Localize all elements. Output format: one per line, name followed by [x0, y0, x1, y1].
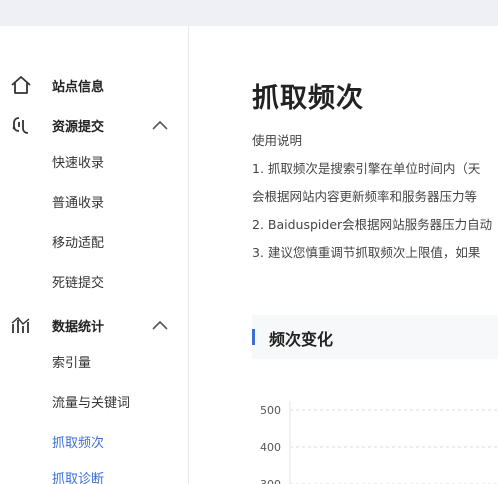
- sidebar: 站点信息 资源提交 快速收录 普通收录 移动适配 死链提交 数据统计 索引量 流…: [0, 26, 189, 484]
- sidebar-item-normal-index[interactable]: 普通收录: [52, 194, 104, 214]
- link-icon: [10, 114, 32, 136]
- sidebar-item-crawl-diagnosis[interactable]: 抓取诊断: [52, 470, 104, 484]
- section-title: 频次变化: [269, 330, 334, 349]
- chart-icon: [10, 314, 32, 336]
- sidebar-item-crawl-frequency[interactable]: 抓取频次: [52, 434, 104, 454]
- chart-svg: 500 400 300: [260, 401, 498, 484]
- sidebar-group-site-info[interactable]: 站点信息: [0, 74, 188, 98]
- y-tick-label: 300: [260, 478, 281, 484]
- frequency-chart: 500 400 300: [252, 391, 498, 484]
- sidebar-group-data-stats[interactable]: 数据统计: [0, 314, 188, 338]
- usage-title: 使用说明: [252, 133, 303, 148]
- sidebar-item-mobile-adapt[interactable]: 移动适配: [52, 234, 104, 254]
- sidebar-group-resource-submit[interactable]: 资源提交: [0, 114, 188, 138]
- y-tick-label: 500: [260, 404, 281, 417]
- usage-line: 3. 建议您慎重调节抓取频次上限值，如果: [252, 245, 481, 260]
- main-content: 抓取频次 使用说明 1. 抓取频次是搜索引擎在单位时间内（天 会根据网站内容更新…: [189, 26, 498, 484]
- section-accent: [252, 329, 255, 345]
- sidebar-item-quick-index[interactable]: 快速收录: [52, 154, 104, 174]
- sidebar-group-label: 站点信息: [52, 80, 105, 95]
- sidebar-item-dead-link[interactable]: 死链提交: [52, 274, 104, 294]
- y-tick-label: 400: [260, 441, 281, 454]
- home-icon: [10, 74, 32, 96]
- usage-line: 会根据网站内容更新频率和服务器压力等: [252, 189, 478, 204]
- sidebar-item-traffic-keywords[interactable]: 流量与关键词: [52, 394, 130, 414]
- sidebar-group-label: 资源提交: [52, 120, 105, 135]
- usage-line: 1. 抓取频次是搜索引擎在单位时间内（天: [252, 161, 481, 176]
- top-bar: [0, 0, 498, 26]
- sidebar-item-index-volume[interactable]: 索引量: [52, 354, 91, 374]
- sidebar-group-label: 数据统计: [52, 320, 105, 335]
- section-header: 频次变化: [252, 315, 498, 359]
- chevron-up-icon[interactable]: [151, 318, 169, 332]
- page-title: 抓取频次: [252, 83, 364, 114]
- usage-line: 2. Baiduspider会根据网站服务器压力自动: [252, 217, 493, 232]
- chevron-up-icon[interactable]: [151, 118, 169, 132]
